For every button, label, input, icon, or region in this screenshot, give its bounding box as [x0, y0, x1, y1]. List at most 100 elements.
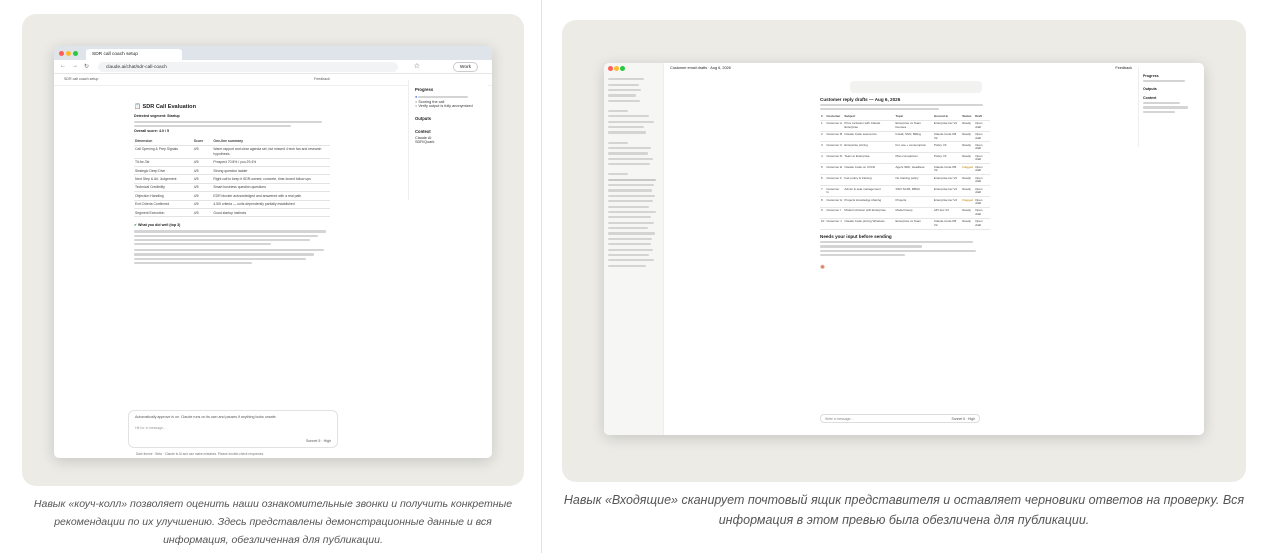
sidebar-item[interactable] — [608, 216, 652, 219]
sidebar-item[interactable] — [608, 259, 654, 262]
sidebar-item[interactable] — [608, 173, 629, 176]
zoom-window-dot[interactable] — [620, 66, 625, 71]
open-draft-link[interactable]: Open draft — [974, 131, 990, 143]
sidebar-item[interactable] — [608, 163, 650, 166]
col-header: One-line summary — [212, 137, 330, 146]
outputs-heading[interactable]: Outputs — [1143, 87, 1196, 91]
input-placeholder: Write a message… — [825, 417, 854, 421]
chat-title[interactable]: Customer email drafts · Aug 6, 2026 — [670, 66, 731, 70]
minimize-window-dot[interactable] — [614, 66, 619, 71]
table-row: Next Step & Alt. Judgement 4/5 Right call … — [134, 174, 330, 184]
context-item[interactable]: SDR/Quark — [415, 140, 482, 144]
sidebar-item[interactable] — [608, 232, 655, 235]
sidebar-item[interactable] — [608, 88, 642, 92]
cell: Model lineup — [894, 207, 933, 220]
doc-title: SDR Call Evaluation — [142, 104, 196, 110]
message-input[interactable]: Hit for a message… — [135, 426, 331, 431]
cell: No training policy — [894, 174, 933, 187]
open-draft-link[interactable]: Open draft — [974, 141, 990, 154]
status-badge: Ready — [961, 141, 975, 154]
context-heading[interactable]: Context — [415, 129, 482, 134]
sidebar-item[interactable] — [608, 115, 649, 118]
model-selector[interactable]: Sonnet 5 · High — [306, 439, 331, 444]
cell: Next Step & Alt. Judgement — [134, 174, 193, 184]
model-selector[interactable]: Sonnet 5 · High — [951, 417, 975, 421]
did-well-heading: What you did well (top 3) — [138, 223, 181, 228]
sidebar-item[interactable] — [608, 210, 656, 214]
open-draft-link[interactable]: Open draft — [974, 218, 990, 231]
feedback-button[interactable]: Feedback — [314, 77, 330, 82]
beta-label: Beta — [155, 452, 162, 456]
star-icon[interactable]: ☆ — [414, 62, 420, 70]
sidebar-item[interactable] — [608, 126, 644, 129]
col-header: Dimension — [134, 137, 193, 146]
open-draft-link[interactable]: Open draft — [974, 163, 990, 176]
table-row: Call Opening & Prep Signals 4/5 Warm rappo… — [134, 145, 330, 159]
open-draft-link[interactable]: Open draft — [974, 174, 990, 187]
sidebar-item[interactable] — [608, 194, 655, 197]
open-draft-link[interactable]: Open draft — [974, 120, 990, 132]
url-input[interactable]: claude.ai/chat/sdr-call-coach — [98, 62, 398, 72]
close-window-dot[interactable] — [608, 66, 613, 71]
feedback-button[interactable]: Feedback — [1115, 66, 1132, 70]
sidebar-item[interactable] — [608, 120, 654, 123]
status-badge: Ready — [961, 207, 975, 220]
sidebar-item[interactable] — [608, 141, 629, 144]
sidebar-item[interactable] — [608, 264, 646, 267]
open-draft-link[interactable]: Open draft — [974, 196, 990, 209]
claude-spark-icon: ✺ — [820, 264, 826, 271]
sidebar-item[interactable] — [608, 152, 648, 155]
sidebar-item[interactable] — [608, 248, 653, 251]
work-profile-button[interactable]: Work — [452, 62, 478, 72]
overall-score: Overall score: 4.0 / 5 — [134, 129, 169, 134]
sidebar-item[interactable] — [608, 157, 653, 160]
context-heading[interactable]: Context — [1143, 96, 1196, 100]
browser-tab[interactable]: SDR call coach setup — [86, 49, 182, 60]
sidebar-item[interactable] — [608, 146, 652, 150]
sidebar-item[interactable] — [608, 94, 637, 97]
open-draft-link[interactable]: Open draft — [974, 207, 990, 220]
sidebar-item[interactable] — [608, 131, 647, 134]
outputs-heading[interactable]: Outputs — [415, 116, 482, 121]
cell: Projects — [894, 196, 933, 209]
sidebar-item[interactable] — [608, 99, 640, 102]
message-input[interactable]: Write a message… Sonnet 5 · High — [820, 414, 980, 423]
minimize-window-dot[interactable] — [66, 51, 71, 56]
open-draft-link[interactable]: Open draft — [974, 185, 990, 198]
sidebar-item[interactable] — [608, 221, 654, 224]
close-window-dot[interactable] — [59, 51, 64, 56]
sidebar-item[interactable] — [608, 83, 639, 86]
status-badge: Ready — [961, 185, 975, 198]
status-badge: Ready — [961, 131, 975, 143]
open-draft-link[interactable]: Open draft — [974, 152, 990, 165]
cell: 4/5 — [192, 191, 213, 201]
table-row: Exit Criteria Confirmed 4/5 4.5/5 criteria… — [134, 200, 330, 210]
sidebar-item[interactable] — [608, 227, 648, 230]
cell: EDR blocker acknowledged and answered wi… — [212, 191, 330, 201]
cell: Model inclusion with Enterprise — [843, 207, 895, 220]
back-icon[interactable]: ← — [60, 63, 66, 69]
sidebar-item[interactable] — [608, 253, 649, 257]
sidebar-item[interactable] — [608, 78, 644, 81]
sidebar-item-active[interactable] — [608, 178, 657, 181]
sidebar-item[interactable] — [608, 184, 654, 187]
text-line — [820, 253, 905, 256]
sidebar-item[interactable] — [608, 189, 652, 192]
forward-icon[interactable]: → — [72, 63, 78, 69]
theme-toggle[interactable]: Dark theme — [136, 452, 152, 456]
sidebar-item[interactable] — [608, 237, 652, 240]
status-badge: Ready — [961, 218, 975, 231]
sidebar-item[interactable] — [608, 200, 653, 203]
cell: Strong question ladder — [212, 166, 330, 176]
table-row: Technical Credibility 4/5 Smart business q… — [134, 183, 330, 193]
text-line — [820, 245, 922, 248]
cell: Customer F — [825, 174, 844, 187]
chat-title[interactable]: SDR call coach setup — [64, 77, 98, 82]
reload-icon[interactable]: ↻ — [84, 63, 89, 70]
sidebar-item[interactable] — [608, 109, 629, 113]
text-line — [134, 238, 311, 241]
table-row: 3 Customer C Enterprise pricing For use + c… — [820, 141, 990, 154]
sidebar-item[interactable] — [608, 243, 651, 246]
sidebar-item[interactable] — [608, 205, 649, 208]
zoom-window-dot[interactable] — [73, 51, 78, 56]
